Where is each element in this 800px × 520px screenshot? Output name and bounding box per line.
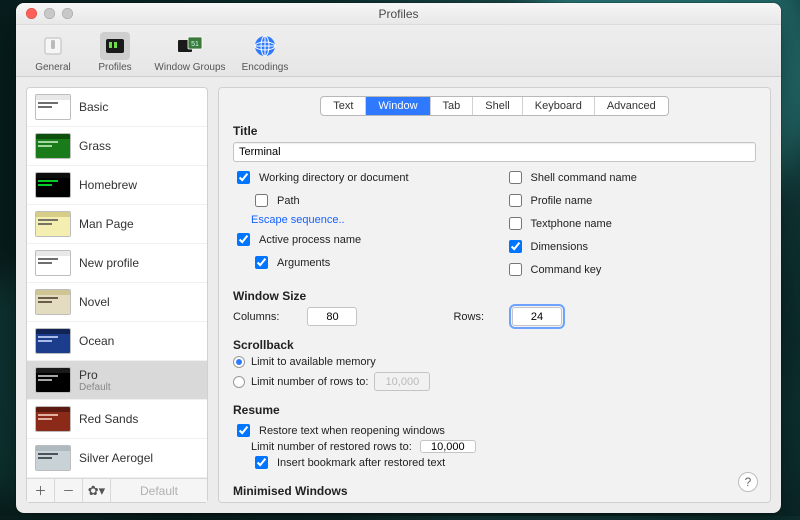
escape-sequence-link[interactable]: Escape sequence.. [233, 214, 485, 226]
terminal-icon [100, 32, 130, 60]
tab-tab[interactable]: Tab [431, 97, 474, 115]
toolbar-item-encodings[interactable]: Encodings [238, 32, 292, 73]
profile-thumbnail-icon [35, 445, 71, 471]
window-controls [26, 8, 73, 19]
settings-pane: TextWindowTabShellKeyboardAdvanced Title… [218, 87, 771, 503]
profile-thumbnail-icon [35, 367, 71, 393]
ck-command-key[interactable]: Command key [505, 260, 757, 279]
profile-thumbnail-icon [35, 250, 71, 276]
ck-dimensions[interactable]: Dimensions [505, 237, 757, 256]
columns-input[interactable] [307, 307, 357, 326]
tab-shell[interactable]: Shell [473, 97, 522, 115]
radio-dot-icon [233, 376, 245, 388]
ck-shell-command[interactable]: Shell command name [505, 168, 757, 187]
ck-insert-bookmark[interactable]: Insert bookmark after restored text [233, 453, 756, 472]
radio-dot-icon [233, 356, 245, 368]
add-button[interactable]: ＋ [27, 479, 55, 502]
profile-item[interactable]: Silver Aerogel [27, 439, 207, 478]
ck-active-process[interactable]: Active process name [233, 230, 485, 249]
profile-thumbnail-icon [35, 328, 71, 354]
profile-item[interactable]: Man Page [27, 205, 207, 244]
profile-item[interactable]: Homebrew [27, 166, 207, 205]
rows-input[interactable] [512, 307, 562, 326]
profile-thumbnail-icon [35, 289, 71, 315]
profile-item[interactable]: Red Sands [27, 400, 207, 439]
tab-advanced[interactable]: Advanced [595, 97, 668, 115]
profile-item[interactable]: Ocean [27, 322, 207, 361]
profile-item[interactable]: Novel [27, 283, 207, 322]
profiles-sidebar: Basic Grass Homebrew Man Page [26, 87, 208, 503]
window-groups-icon: 51 [175, 32, 205, 60]
ck-working-dir[interactable]: Working directory or document [233, 168, 485, 187]
section-minimised: Minimised Windows [233, 484, 756, 498]
profile-item[interactable]: Grass [27, 127, 207, 166]
ck-arguments[interactable]: Arguments [233, 253, 485, 272]
resume-limit-input[interactable] [420, 440, 476, 453]
section-resume: Resume [233, 403, 756, 417]
radio-limit-rows[interactable]: Limit number of rows to: [233, 372, 756, 391]
close-icon[interactable] [26, 8, 37, 19]
action-menu-button[interactable]: ✿▾ [83, 479, 111, 502]
window-title: Profiles [378, 7, 418, 21]
remove-button[interactable]: － [55, 479, 83, 502]
content: Basic Grass Homebrew Man Page [16, 77, 781, 513]
sidebar-footer: ＋ － ✿▾ Default [27, 478, 207, 502]
profile-thumbnail-icon [35, 94, 71, 120]
tab-window[interactable]: Window [366, 97, 430, 115]
toolbar-item-general[interactable]: General [26, 32, 80, 73]
globe-icon [250, 32, 280, 60]
pane-tabs: TextWindowTabShellKeyboardAdvanced [233, 96, 756, 116]
toolbar: General Profiles 51 Window Groups Encodi… [16, 25, 781, 77]
section-scrollback: Scrollback [233, 338, 756, 352]
profile-thumbnail-icon [35, 133, 71, 159]
preferences-window: Profiles General Profiles 51 Window Grou… [16, 3, 781, 513]
radio-limit-memory[interactable]: Limit to available memory [233, 356, 756, 368]
ck-profile-name[interactable]: Profile name [505, 191, 757, 210]
tab-text[interactable]: Text [321, 97, 366, 115]
toolbar-item-window-groups[interactable]: 51 Window Groups [150, 32, 230, 73]
title-field[interactable] [233, 142, 756, 162]
zoom-icon[interactable] [62, 8, 73, 19]
section-window-size: Window Size [233, 289, 756, 303]
columns-label: Columns: [233, 311, 279, 323]
profile-item[interactable]: Basic [27, 88, 207, 127]
profile-item[interactable]: New profile [27, 244, 207, 283]
toolbar-item-profiles[interactable]: Profiles [88, 32, 142, 73]
set-default-button[interactable]: Default [111, 479, 207, 502]
minimize-icon[interactable] [44, 8, 55, 19]
profile-thumbnail-icon [35, 172, 71, 198]
resume-limit-label: Limit number of restored rows to: [251, 441, 412, 453]
profiles-list[interactable]: Basic Grass Homebrew Man Page [27, 88, 207, 478]
help-button[interactable]: ? [738, 472, 758, 492]
section-title: Title [233, 124, 756, 138]
tab-keyboard[interactable]: Keyboard [523, 97, 595, 115]
ck-restore-text[interactable]: Restore text when reopening windows [233, 421, 756, 440]
ck-textphone-name[interactable]: Textphone name [505, 214, 757, 233]
ck-dock-display[interactable]: Display status and current contents in t… [233, 502, 756, 503]
rows-label: Rows: [453, 311, 484, 323]
profile-thumbnail-icon [35, 211, 71, 237]
profile-thumbnail-icon [35, 406, 71, 432]
titlebar: Profiles [16, 3, 781, 25]
ck-path[interactable]: Path [233, 191, 485, 210]
switch-icon [38, 32, 68, 60]
scrollback-rows-input [374, 372, 430, 391]
profile-item[interactable]: ProDefault [27, 361, 207, 400]
svg-text:51: 51 [191, 41, 199, 48]
